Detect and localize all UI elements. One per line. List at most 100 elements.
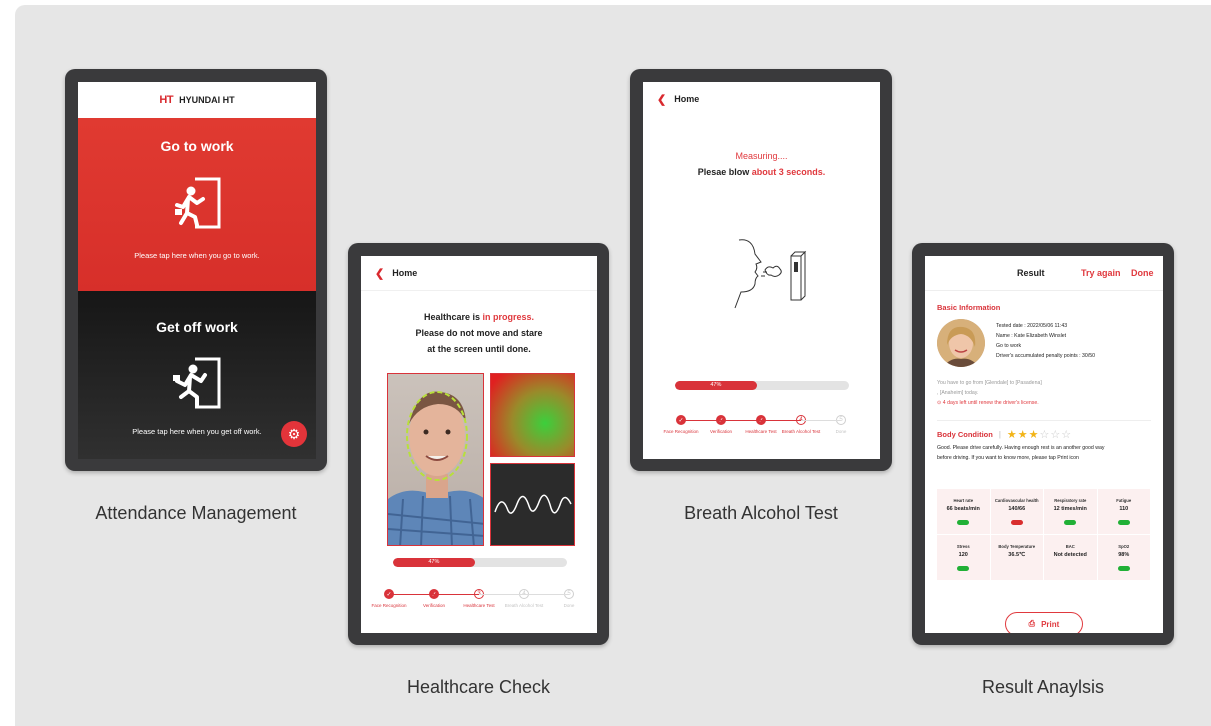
go-to-work-note: Please tap here when you go to work. <box>134 251 260 260</box>
separator: | <box>998 430 1001 439</box>
star-filled-icon: ★ <box>1006 429 1018 441</box>
breath-blow-icon <box>734 239 807 309</box>
face-photo <box>388 391 483 545</box>
divider <box>937 420 1151 421</box>
go-to-work-title: Go to work <box>160 138 234 154</box>
route-line2: , [Anaheim] today. <box>937 390 979 396</box>
print-label: Print <box>1041 619 1060 629</box>
gear-icon: ⚙ <box>287 425 301 442</box>
star-filled-icon: ★ <box>1017 429 1029 441</box>
metric-cell: Fatigue 110 <box>1097 489 1151 535</box>
result-tablet: Result Try again Done Basic Information … <box>912 243 1174 645</box>
home-link[interactable]: Home <box>674 94 699 104</box>
caption-healthcare: Healthcare Check <box>406 677 551 697</box>
metric-label: Heart rate <box>953 498 974 503</box>
advice-line1: Good. Please drive carefully. Having eno… <box>937 445 1105 451</box>
step-label: Breath Alcohol Test <box>781 429 821 434</box>
metric-label: Body Temperature <box>998 544 1036 549</box>
metric-label: Respiratory rate <box>1054 498 1087 503</box>
healthcare-nav[interactable]: ❮ Home <box>361 256 597 291</box>
step-3: ✓Healthcare Test <box>741 415 781 434</box>
measuring-text: Measuring.... <box>735 151 788 161</box>
work-mode: Go to work <box>996 343 1022 349</box>
done-link[interactable]: Done <box>1131 268 1154 278</box>
result-header: Result Try again Done <box>925 256 1163 291</box>
stepper-line-pending <box>801 420 841 421</box>
exit-door-icon <box>173 357 221 409</box>
step-5: 5 Done <box>821 415 861 434</box>
msg-line2: Please do not move and stare <box>415 328 543 338</box>
blow-highlight: about 3 seconds. <box>751 167 826 177</box>
step-label: Healthcare Test <box>745 429 777 434</box>
chevron-left-icon: ❮ <box>375 267 385 280</box>
star-empty-icon: ☆ <box>1039 429 1051 441</box>
alcohol-tablet: ❮ Home Measuring.... Plesae blow about 3… <box>630 69 892 471</box>
alcohol-stepper: ✓Face Recognition✓Verification✓Healthcar… <box>661 415 861 434</box>
healthcare-screen: ❮ Home Healthcare is in progress. Please… <box>361 256 597 633</box>
alcohol-progress-fill: 47% <box>675 381 757 390</box>
metric-value: 36.5℃ <box>1008 552 1026 558</box>
step-2: ✓Verification <box>701 415 741 434</box>
metric-label: Fatigue <box>1116 498 1132 503</box>
step-5: 5 Done <box>549 589 589 608</box>
metric-cell: Respiratory rate 12 times/min <box>1044 489 1098 535</box>
metric-cell: Cardiovascular health 140/66 <box>990 489 1044 535</box>
stepper-line-pending <box>479 594 569 595</box>
go-to-work-button[interactable]: Go to work Please tap here when you go t… <box>78 118 316 291</box>
alcohol-message: Measuring.... Plesae blow about 3 second… <box>643 148 880 180</box>
step-2: ✓Verification <box>414 589 454 608</box>
metric-cell: SpO2 98% <box>1097 535 1151 581</box>
healthcare-message: Healthcare is in progress. Please do not… <box>361 309 597 357</box>
metric-cell: Body Temperature 36.5℃ <box>990 535 1044 581</box>
star-empty-icon: ☆ <box>1061 429 1073 441</box>
driver-name: Name : Kate Elizabeth Winslet <box>996 333 1067 339</box>
step-label: Face Recognition <box>663 429 699 434</box>
msg-highlight: in progress. <box>482 312 535 322</box>
rating-stars: ★★★☆☆☆ <box>1007 428 1072 441</box>
caption-attendance: Attendance Management <box>95 503 297 523</box>
settings-button[interactable]: ⚙ <box>281 421 307 447</box>
metric-value: 12 times/min <box>1053 506 1087 512</box>
metric-label: Cardiovascular health <box>994 498 1039 503</box>
tested-date: Tested date : 2022/05/06 11:43 <box>996 323 1068 329</box>
healthcare-progress: 47% <box>393 558 567 567</box>
print-button[interactable]: ⎙ Print <box>1005 612 1083 633</box>
metric-value: 66 beats/min <box>946 506 980 512</box>
step-label: Breath Alcohol Test <box>504 603 544 608</box>
license-warning-text: 4 days left until renew the driver's lic… <box>942 400 1039 406</box>
basic-info-title: Basic Information <box>937 303 1001 312</box>
healthcare-tablet: ❮ Home Healthcare is in progress. Please… <box>348 243 609 645</box>
face-camera-view <box>387 373 484 546</box>
step-4: 4Breath Alcohol Test <box>504 589 544 608</box>
try-again-link[interactable]: Try again <box>1081 268 1121 278</box>
metric-cell: Stress 120 <box>937 535 991 581</box>
home-link[interactable]: Home <box>392 268 417 278</box>
alcohol-nav[interactable]: ❮ Home <box>643 82 880 116</box>
status-badge <box>957 566 970 571</box>
basic-info-details: Tested date : 2022/05/06 11:43 Name : Ka… <box>996 321 1095 361</box>
metric-value: 140/66 <box>1008 506 1026 512</box>
msg-prefix: Healthcare is <box>423 312 483 322</box>
status-badge <box>1010 520 1023 525</box>
metric-value: 120 <box>958 552 968 558</box>
pulse-wave-view <box>490 463 575 546</box>
route-line1: You have to go from [Glendale] to [Pasad… <box>937 380 1042 386</box>
get-off-work-title: Get off work <box>156 319 238 335</box>
status-badge <box>1064 520 1077 525</box>
star-empty-icon: ☆ <box>1050 429 1062 441</box>
metric-label: SpO2 <box>1118 544 1130 549</box>
status-badge <box>1117 566 1130 571</box>
metric-cell: BAC Not detected <box>1044 535 1098 581</box>
blow-prefix: Plesae blow <box>697 167 752 177</box>
step-label: Verification <box>709 429 732 434</box>
get-off-work-button[interactable]: Get off work Please tap here when you ge… <box>78 291 316 459</box>
metric-cell: Heart rate 66 beats/min <box>937 489 991 535</box>
enter-door-icon <box>175 177 221 229</box>
attendance-tablet: HT HYUNDAI HT Go to work Please tap here… <box>65 69 327 471</box>
step-1: ✓Face Recognition <box>661 415 701 434</box>
route-info: You have to go from [Glendale] to [Pasad… <box>937 378 1042 408</box>
pulse-wave-icon <box>494 494 572 514</box>
step-label: Done <box>835 429 847 434</box>
brand-logo: HT <box>159 94 174 106</box>
body-condition-title: Body Condition <box>937 430 993 439</box>
